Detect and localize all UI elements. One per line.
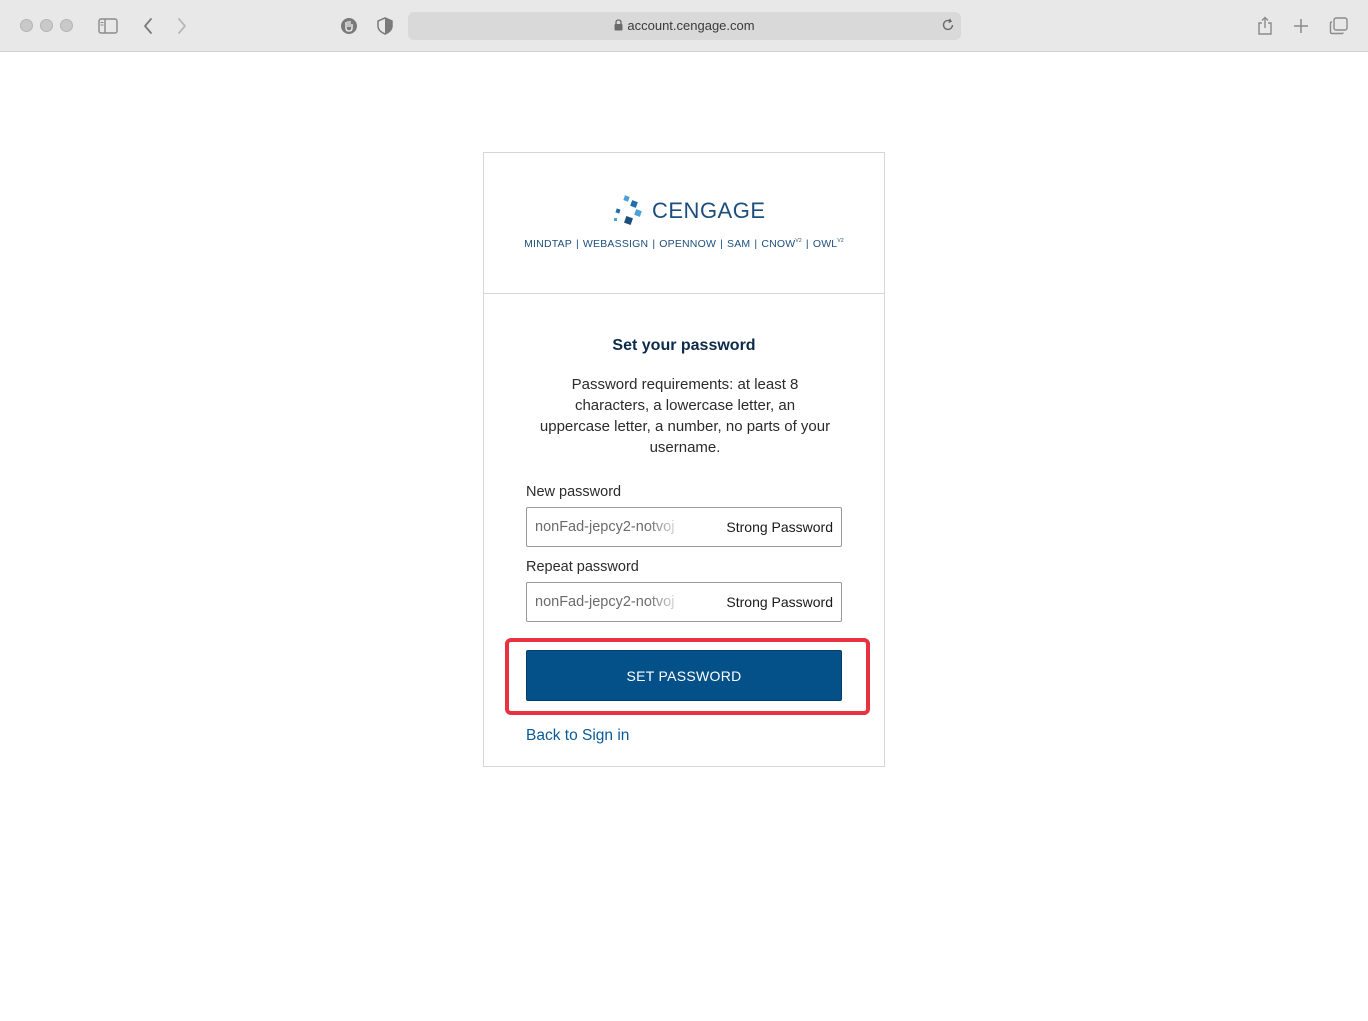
product-opennow: OPENNOW: [659, 238, 717, 250]
page-title: Set your password: [612, 337, 756, 354]
product-list: MINDTAP | WEBASSIGN | OPENNOW | SAM | CNOWV2 | OWL…: [524, 238, 844, 250]
new-password-field[interactable]: nonFad-jepcy2-notvoj Strong Password: [526, 507, 842, 547]
share-icon[interactable]: [1253, 14, 1277, 38]
privacy-report-icon[interactable]: [337, 14, 361, 38]
address-bar[interactable]: account.cengage.com: [408, 12, 961, 40]
cengage-wordmark: CENGAGE: [652, 198, 766, 223]
card-header: CENGAGE MINDTAP | WEBASSIGN | OPENNOW | SAM | CN…: [484, 153, 884, 294]
repeat-password-field[interactable]: nonFad-jepcy2-notvoj Strong Password: [526, 582, 842, 622]
set-password-button[interactable]: SET PASSWORD: [526, 650, 842, 701]
new-tab-icon[interactable]: [1289, 14, 1313, 38]
product-mindtap: MINDTAP: [524, 238, 572, 250]
cengage-logo: CENGAGE: [612, 195, 766, 227]
url-text: account.cengage.com: [627, 18, 755, 33]
product-owl-sup: V2: [837, 238, 844, 244]
product-cnow: CNOW: [761, 238, 796, 250]
new-password-value: nonFad-jepcy2-notvoj: [535, 519, 675, 535]
product-webassign: WEBASSIGN: [582, 238, 649, 250]
strong-password-badge[interactable]: Strong Password: [726, 519, 833, 535]
shield-icon[interactable]: [373, 14, 397, 38]
window-close-button[interactable]: [20, 19, 33, 32]
forward-arrow-icon[interactable]: [170, 14, 194, 38]
repeat-password-value: nonFad-jepcy2-notvoj: [535, 594, 675, 610]
cengage-logo-mark-icon: [614, 195, 642, 225]
product-sam: SAM: [727, 238, 751, 250]
tab-overview-icon[interactable]: [1327, 14, 1351, 38]
lock-icon: [614, 19, 623, 34]
new-password-label: New password: [526, 484, 622, 500]
password-card: CENGAGE MINDTAP | WEBASSIGN | OPENNOW | SAM | CN…: [483, 152, 885, 767]
window-zoom-button[interactable]: [60, 19, 73, 32]
repeat-password-label: Repeat password: [526, 559, 639, 575]
product-cnow-sup: V2: [795, 238, 802, 244]
window-minimize-button[interactable]: [40, 19, 53, 32]
strong-password-badge[interactable]: Strong Password: [726, 594, 833, 610]
back-arrow-icon[interactable]: [136, 14, 160, 38]
browser-toolbar: account.cengage.com: [0, 0, 1368, 52]
back-to-sign-in-link[interactable]: Back to Sign in: [526, 727, 629, 745]
sidebar-toggle-icon[interactable]: [96, 14, 120, 38]
password-requirements: Password requirements: at least 8 charac…: [539, 376, 831, 456]
reload-icon[interactable]: [941, 18, 955, 37]
product-owl: OWL: [812, 238, 838, 250]
